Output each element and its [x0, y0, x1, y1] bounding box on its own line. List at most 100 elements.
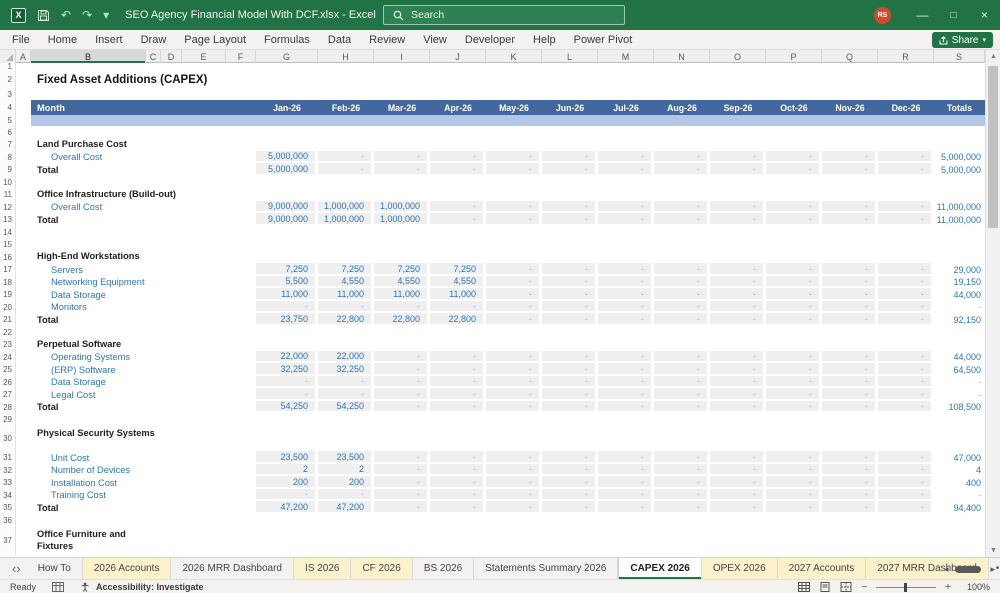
cell[interactable]: 4	[934, 464, 985, 476]
vertical-scrollbar-thumb[interactable]	[988, 66, 998, 228]
cell[interactable]: -	[598, 388, 654, 401]
row-number-24[interactable]: 24	[0, 351, 16, 363]
column-header-k[interactable]: K	[486, 50, 542, 63]
accessibility-status[interactable]: Accessibility: Investigate	[96, 582, 204, 592]
cell[interactable]: -	[710, 151, 766, 163]
ribbon-tab-home[interactable]: Home	[39, 30, 86, 49]
cell[interactable]: 64,500	[934, 363, 985, 376]
cell[interactable]: -	[710, 363, 766, 376]
cell[interactable]: -	[256, 376, 318, 388]
cell[interactable]: -	[542, 163, 598, 176]
cell[interactable]: -	[318, 163, 374, 176]
cell[interactable]: -	[766, 501, 822, 514]
cell[interactable]: -	[654, 351, 710, 363]
ribbon-tab-review[interactable]: Review	[360, 30, 414, 49]
cell[interactable]: -	[542, 276, 598, 288]
row-number-2[interactable]: 2	[0, 69, 16, 89]
cell[interactable]: -	[318, 489, 374, 501]
column-header-p[interactable]: P	[766, 50, 822, 63]
cell[interactable]: -	[822, 288, 878, 301]
row-label[interactable]: Training Cost	[16, 489, 256, 501]
search-input[interactable]: Search	[383, 5, 625, 25]
cell[interactable]: -	[486, 313, 542, 326]
cell[interactable]: -	[654, 501, 710, 514]
cell[interactable]: 4,550	[318, 276, 374, 288]
cell[interactable]: 23,750	[256, 313, 318, 326]
cell[interactable]: 9,000,000	[256, 213, 318, 226]
cell[interactable]: -	[710, 388, 766, 401]
cell[interactable]: -	[542, 288, 598, 301]
cell[interactable]: 23,500	[256, 451, 318, 464]
cell[interactable]: -	[256, 489, 318, 501]
cell[interactable]: -	[430, 163, 486, 176]
cell[interactable]: -	[430, 476, 486, 489]
cell[interactable]: -	[542, 301, 598, 313]
cell[interactable]: -	[766, 213, 822, 226]
normal-view-button[interactable]	[798, 582, 810, 592]
cell[interactable]: -	[542, 464, 598, 476]
cell[interactable]: -	[486, 276, 542, 288]
page-layout-view-button[interactable]	[819, 582, 831, 592]
ribbon-tab-insert[interactable]: Insert	[86, 30, 132, 49]
cell[interactable]: -	[430, 301, 486, 313]
cell[interactable]: 29,000	[934, 263, 985, 276]
cell[interactable]: 9,000,000	[256, 201, 318, 213]
cell[interactable]: -	[822, 489, 878, 501]
cell[interactable]: -	[710, 163, 766, 176]
cell[interactable]: -	[430, 213, 486, 226]
cell[interactable]: -	[598, 301, 654, 313]
cell[interactable]: -	[598, 476, 654, 489]
column-header-a[interactable]: A	[16, 50, 31, 63]
cell[interactable]: 4,550	[430, 276, 486, 288]
column-header-q[interactable]: Q	[822, 50, 878, 63]
cell[interactable]: -	[878, 464, 934, 476]
row-label[interactable]: Unit Cost	[16, 451, 256, 464]
cell[interactable]: 23,500	[318, 451, 374, 464]
column-header-e[interactable]: E	[182, 50, 226, 63]
column-header-c[interactable]: C	[146, 50, 161, 63]
cell[interactable]: -	[878, 363, 934, 376]
row-number-8[interactable]: 8	[0, 151, 16, 163]
cell[interactable]: 11,000,000	[934, 201, 985, 213]
ribbon-tab-power-pivot[interactable]: Power Pivot	[565, 30, 642, 49]
share-button[interactable]: Share ▾	[932, 32, 993, 48]
row-number-6[interactable]: 6	[0, 126, 16, 138]
column-header-b[interactable]: B	[31, 50, 146, 63]
cell[interactable]: -	[318, 388, 374, 401]
page-break-view-button[interactable]	[840, 582, 852, 592]
row-number-3[interactable]: 3	[0, 89, 16, 100]
row-number-30[interactable]: 30	[0, 426, 16, 451]
cell[interactable]: 22,000	[318, 351, 374, 363]
sheet-tab-capex-2026[interactable]: CAPEX 2026	[618, 558, 701, 579]
column-header-n[interactable]: N	[654, 50, 710, 63]
row-number-22[interactable]: 22	[0, 326, 16, 338]
save-icon[interactable]	[37, 9, 50, 22]
horizontal-scrollbar-thumb[interactable]	[955, 566, 981, 573]
row-number-15[interactable]: 15	[0, 238, 16, 251]
cell[interactable]: 54,250	[318, 401, 374, 413]
cell[interactable]: -	[822, 301, 878, 313]
sheet-tab-cf-2026[interactable]: CF 2026	[351, 558, 412, 579]
cell[interactable]: -	[878, 263, 934, 276]
cell[interactable]: -	[934, 388, 985, 401]
scroll-left-icon[interactable]: ◂	[944, 564, 949, 575]
cell[interactable]: 400	[934, 476, 985, 489]
cell[interactable]: -	[486, 288, 542, 301]
cell[interactable]: -	[710, 301, 766, 313]
cell[interactable]: -	[598, 351, 654, 363]
row-label[interactable]: Total	[16, 501, 256, 514]
row-number-12[interactable]: 12	[0, 201, 16, 213]
cell[interactable]: -	[822, 276, 878, 288]
cell[interactable]: -	[654, 276, 710, 288]
cell[interactable]: -	[374, 476, 430, 489]
row-number-9[interactable]: 9	[0, 163, 16, 176]
minimize-button[interactable]: —	[907, 0, 938, 30]
cell[interactable]: -	[486, 489, 542, 501]
row-number-34[interactable]: 34	[0, 489, 16, 501]
row-number-23[interactable]: 23	[0, 338, 16, 351]
cell[interactable]: -	[542, 351, 598, 363]
cell[interactable]: -	[710, 313, 766, 326]
cell[interactable]: -	[486, 401, 542, 413]
zoom-out-button[interactable]: −	[861, 582, 867, 593]
restore-button[interactable]: □	[938, 0, 969, 30]
